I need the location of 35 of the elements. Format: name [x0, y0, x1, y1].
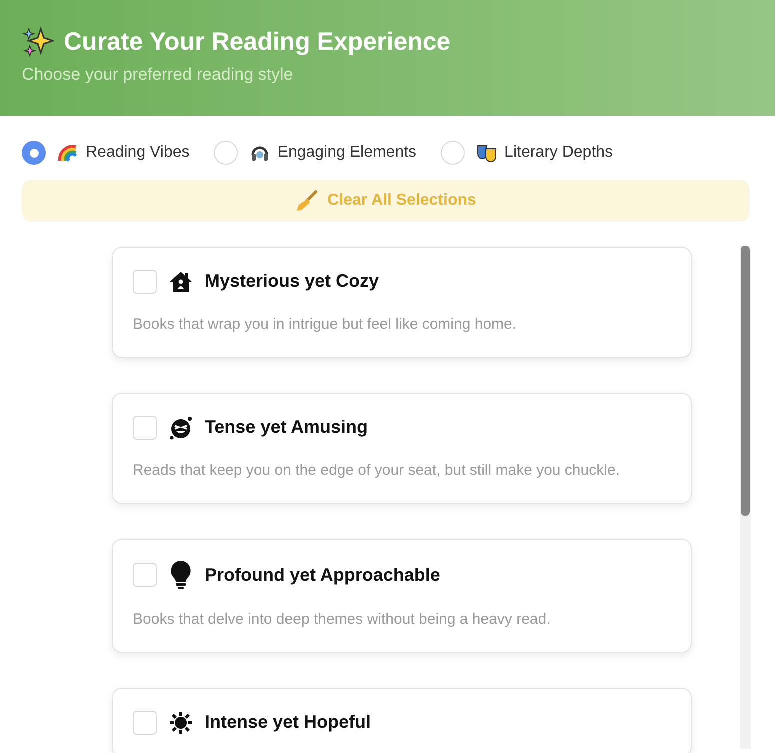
option-description: Reads that keep you on the edge of your seat, but still make you chuckle. — [133, 461, 621, 481]
option-description: Books that delve into deep themes without being a heavy read. — [133, 610, 552, 630]
radio-button[interactable] — [214, 141, 238, 165]
checkbox[interactable] — [133, 563, 157, 587]
scrollbar[interactable] — [740, 246, 751, 749]
laughing-face-icon — [169, 416, 193, 440]
option-card[interactable]: Tense yet Amusing Reads that keep you on the edge of your seat, but still make you chuckle. — [112, 393, 692, 504]
option-card[interactable]: Intense yet Hopeful — [112, 688, 692, 753]
house-icon — [169, 270, 193, 294]
option-title: Tense yet Amusing — [205, 416, 368, 439]
mode-label: Reading Vibes — [86, 143, 190, 163]
broom-icon — [296, 190, 318, 212]
option-card[interactable]: Profound yet Approachable Books that delve into deep themes without being a heavy read. — [112, 539, 692, 653]
page-title: Curate Your Reading Experience — [64, 27, 451, 58]
mode-radio-option[interactable]: Reading Vibes — [22, 141, 190, 165]
checkbox[interactable] — [133, 416, 157, 440]
option-title: Intense yet Hopeful — [205, 711, 372, 734]
option-title: Profound yet Approachable — [205, 564, 440, 587]
sparkles-icon — [22, 26, 54, 58]
mode-radio-option[interactable]: Engaging Elements — [214, 141, 417, 165]
mode-radio-option[interactable]: Literary Depths — [440, 141, 614, 165]
mode-label: Literary Depths — [504, 143, 614, 163]
option-card[interactable]: Mysterious yet Cozy Books that wrap you in intrigue but feel like coming home. — [112, 247, 692, 358]
sun-icon — [169, 710, 193, 734]
radio-button[interactable] — [440, 141, 465, 165]
rainbow-icon — [58, 143, 78, 163]
option-title: Mysterious yet Cozy — [205, 270, 380, 293]
mode-label: Engaging Elements — [278, 143, 417, 163]
option-description: Books that wrap you in intrigue but feel like coming home. — [133, 315, 518, 335]
radio-button[interactable] — [22, 141, 46, 165]
checkbox[interactable] — [133, 270, 157, 294]
checkbox[interactable] — [133, 710, 157, 734]
lightbulb-icon — [169, 560, 193, 590]
theater-masks-icon — [476, 143, 497, 163]
page-subtitle: Choose your preferred reading style — [22, 64, 294, 86]
